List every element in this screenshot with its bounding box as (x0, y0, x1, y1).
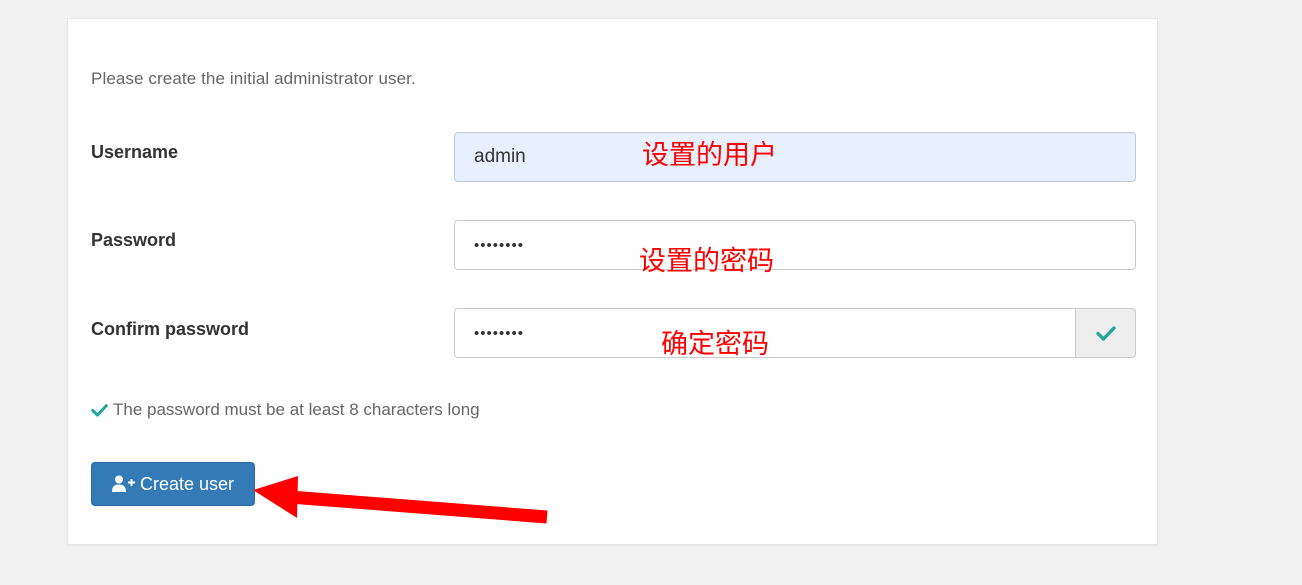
username-label: Username (91, 142, 179, 162)
password-label: Password (91, 230, 177, 250)
confirm-password-value: •••••••• (474, 324, 525, 342)
password-value: •••••••• (474, 236, 525, 254)
username-annotation: 设置的用户 (642, 140, 777, 171)
confirm-status-addon (1075, 308, 1136, 358)
confirm-password-label: Confirm password (91, 319, 250, 339)
username-value: admin (474, 146, 526, 167)
password-annotation: 设置的密码 (639, 246, 774, 277)
password-field[interactable]: •••••••• (454, 220, 1136, 270)
check-icon (1095, 326, 1116, 341)
password-hint: The password must be at least 8 characte… (91, 400, 480, 420)
user-plus-icon (111, 475, 135, 492)
create-user-label: Create user (139, 473, 235, 494)
create-user-button[interactable]: Create user (91, 462, 255, 506)
setup-card: Please create the initial administrator … (67, 18, 1158, 545)
confirm-annotation: 确定密码 (661, 329, 769, 360)
password-hint-text: The password must be at least 8 characte… (113, 400, 480, 419)
intro-text: Please create the initial administrator … (91, 69, 416, 88)
check-icon (91, 404, 108, 417)
username-field[interactable]: admin (454, 132, 1136, 182)
